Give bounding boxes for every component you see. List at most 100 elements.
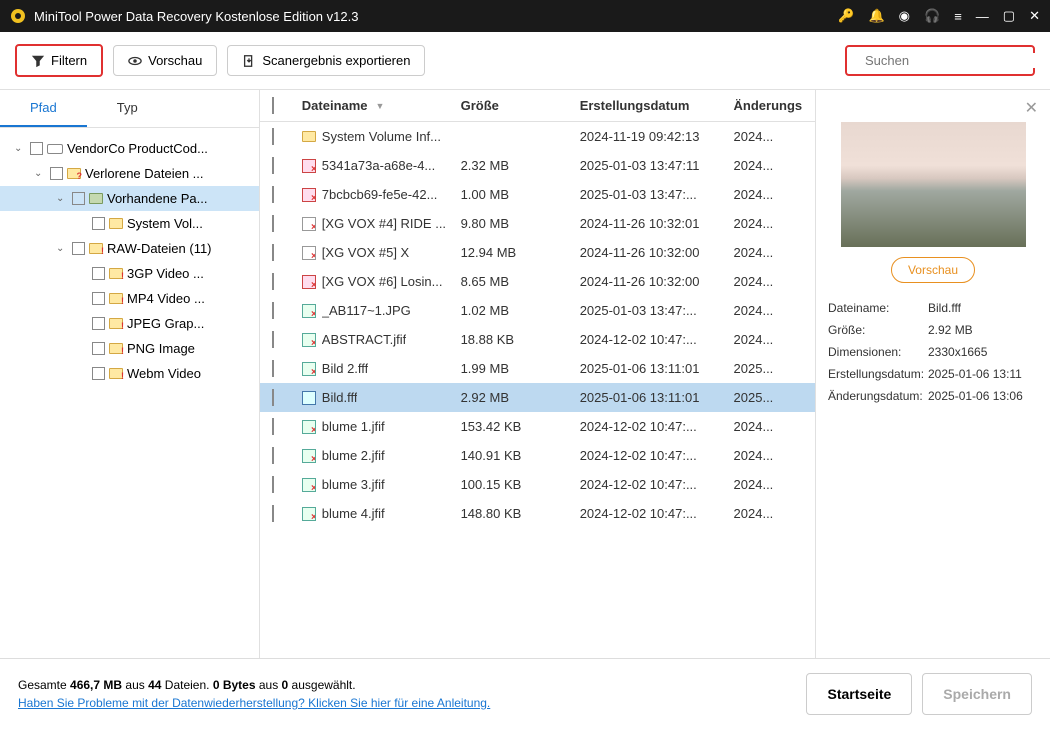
checkbox[interactable] — [92, 342, 105, 355]
export-icon — [242, 54, 256, 68]
help-link[interactable]: Haben Sie Probleme mit der Datenwiederhe… — [18, 696, 796, 710]
file-name: blume 1.jfif — [322, 419, 385, 434]
row-checkbox[interactable] — [272, 476, 274, 493]
folder-icon — [109, 268, 123, 279]
file-size: 1.99 MB — [461, 361, 580, 376]
file-size: 12.94 MB — [461, 245, 580, 260]
row-checkbox[interactable] — [272, 389, 274, 406]
checkbox[interactable] — [92, 292, 105, 305]
file-modified: 2024... — [734, 419, 803, 434]
file-modified: 2024... — [734, 274, 803, 289]
table-row[interactable]: ABSTRACT.jfif 18.88 KB 2024-12-02 10:47:… — [260, 325, 815, 354]
table-row[interactable]: blume 3.jfif 100.15 KB 2024-12-02 10:47:… — [260, 470, 815, 499]
row-checkbox[interactable] — [272, 128, 274, 145]
row-checkbox[interactable] — [272, 447, 274, 464]
file-name: 7bcbcb69-fe5e-42... — [322, 187, 438, 202]
close-icon[interactable]: ✕ — [1029, 8, 1040, 24]
table-row[interactable]: [XG VOX #4] RIDE ... 9.80 MB 2024-11-26 … — [260, 209, 815, 238]
table-row[interactable]: blume 2.jfif 140.91 KB 2024-12-02 10:47:… — [260, 441, 815, 470]
checkbox[interactable] — [72, 192, 85, 205]
row-checkbox[interactable] — [272, 302, 274, 319]
checkbox[interactable] — [92, 317, 105, 330]
tree-root[interactable]: ⌄ VendorCo ProductCod... — [0, 136, 259, 161]
chevron-down-icon[interactable]: ⌄ — [14, 143, 26, 154]
tree-sysvol[interactable]: System Vol... — [0, 211, 259, 236]
checkbox[interactable] — [30, 142, 43, 155]
tree-mp4[interactable]: MP4 Video ... — [0, 286, 259, 311]
row-checkbox[interactable] — [272, 157, 274, 174]
row-checkbox[interactable] — [272, 505, 274, 522]
menu-icon[interactable]: ≡ — [954, 9, 962, 24]
statusbar: Gesamte 466,7 MB aus 44 Dateien. 0 Bytes… — [0, 658, 1050, 729]
table-row[interactable]: Bild.fff 2.92 MB 2025-01-06 13:11:01 202… — [260, 383, 815, 412]
column-modified[interactable]: Änderungs — [734, 98, 803, 113]
tree-lost-files[interactable]: ⌄ Verlorene Dateien ... — [0, 161, 259, 186]
tree-webm[interactable]: Webm Video — [0, 361, 259, 386]
table-row[interactable]: Bild 2.fff 1.99 MB 2025-01-06 13:11:01 2… — [260, 354, 815, 383]
table-row[interactable]: [XG VOX #6] Losin... 8.65 MB 2024-11-26 … — [260, 267, 815, 296]
save-button[interactable]: Speichern — [922, 673, 1032, 715]
tree-png[interactable]: PNG Image — [0, 336, 259, 361]
row-checkbox[interactable] — [272, 186, 274, 203]
chevron-down-icon[interactable]: ⌄ — [34, 168, 46, 179]
preview-panel: ✕ Vorschau Dateiname:Bild.fff Größe:2.92… — [815, 90, 1050, 658]
search-box[interactable] — [845, 45, 1035, 76]
filter-button[interactable]: Filtern — [15, 44, 103, 77]
select-all-checkbox[interactable] — [272, 97, 274, 114]
table-row[interactable]: blume 1.jfif 153.42 KB 2024-12-02 10:47:… — [260, 412, 815, 441]
maximize-icon[interactable]: ▢ — [1003, 8, 1015, 24]
checkbox[interactable] — [72, 242, 85, 255]
folder-icon — [109, 318, 123, 329]
disc-icon[interactable]: ◉ — [899, 8, 910, 24]
table-row[interactable]: System Volume Inf... 2024-11-19 09:42:13… — [260, 122, 815, 151]
file-icon — [302, 275, 316, 289]
folder-icon — [109, 368, 123, 379]
row-checkbox[interactable] — [272, 418, 274, 435]
tree-3gp[interactable]: 3GP Video ... — [0, 261, 259, 286]
tree-raw-files[interactable]: ⌄ RAW-Dateien (11) — [0, 236, 259, 261]
row-checkbox[interactable] — [272, 215, 274, 232]
export-button[interactable]: Scanergebnis exportieren — [227, 45, 425, 76]
table-row[interactable]: 7bcbcb69-fe5e-42... 1.00 MB 2025-01-03 1… — [260, 180, 815, 209]
file-modified: 2024... — [734, 477, 803, 492]
file-icon — [302, 391, 316, 405]
tab-path[interactable]: Pfad — [0, 90, 87, 127]
headphones-icon[interactable]: 🎧 — [924, 8, 940, 24]
checkbox[interactable] — [92, 367, 105, 380]
table-row[interactable]: [XG VOX #5] X 12.94 MB 2024-11-26 10:32:… — [260, 238, 815, 267]
checkbox[interactable] — [92, 217, 105, 230]
table-row[interactable]: 5341a73a-a68e-4... 2.32 MB 2025-01-03 13… — [260, 151, 815, 180]
preview-button[interactable]: Vorschau — [113, 45, 217, 76]
column-size[interactable]: Größe — [461, 98, 580, 113]
search-input[interactable] — [865, 53, 1041, 68]
minimize-icon[interactable]: — — [976, 9, 989, 24]
chevron-down-icon[interactable]: ⌄ — [56, 243, 68, 254]
checkbox[interactable] — [50, 167, 63, 180]
file-icon — [302, 246, 316, 260]
row-checkbox[interactable] — [272, 360, 274, 377]
file-list-panel: Dateiname▼ Größe Erstellungsdatum Änderu… — [260, 90, 815, 658]
detail-name-label: Dateiname: — [828, 301, 928, 315]
file-size: 1.02 MB — [461, 303, 580, 318]
tab-type[interactable]: Typ — [87, 90, 168, 127]
table-row[interactable]: _AB117~1.JPG 1.02 MB 2025-01-03 13:47:..… — [260, 296, 815, 325]
column-created[interactable]: Erstellungsdatum — [580, 98, 734, 113]
column-name[interactable]: Dateiname▼ — [302, 98, 461, 113]
chevron-down-icon[interactable]: ⌄ — [56, 193, 68, 204]
checkbox[interactable] — [92, 267, 105, 280]
key-icon[interactable]: 🔑 — [838, 8, 854, 24]
file-name: [XG VOX #4] RIDE ... — [322, 216, 446, 231]
row-checkbox[interactable] — [272, 244, 274, 261]
row-checkbox[interactable] — [272, 273, 274, 290]
tree-jpeg[interactable]: JPEG Grap... — [0, 311, 259, 336]
file-name: Bild 2.fff — [322, 361, 369, 376]
open-preview-button[interactable]: Vorschau — [891, 257, 975, 283]
table-row[interactable]: blume 4.jfif 148.80 KB 2024-12-02 10:47:… — [260, 499, 815, 528]
bell-icon[interactable]: 🔔 — [868, 8, 884, 24]
home-button[interactable]: Startseite — [806, 673, 912, 715]
row-checkbox[interactable] — [272, 331, 274, 348]
close-preview-icon[interactable]: ✕ — [1025, 98, 1038, 118]
detail-created-label: Erstellungsdatum: — [828, 367, 928, 381]
tree-existing-partition[interactable]: ⌄ Vorhandene Pa... — [0, 186, 259, 211]
toolbar: Filtern Vorschau Scanergebnis exportiere… — [0, 32, 1050, 90]
